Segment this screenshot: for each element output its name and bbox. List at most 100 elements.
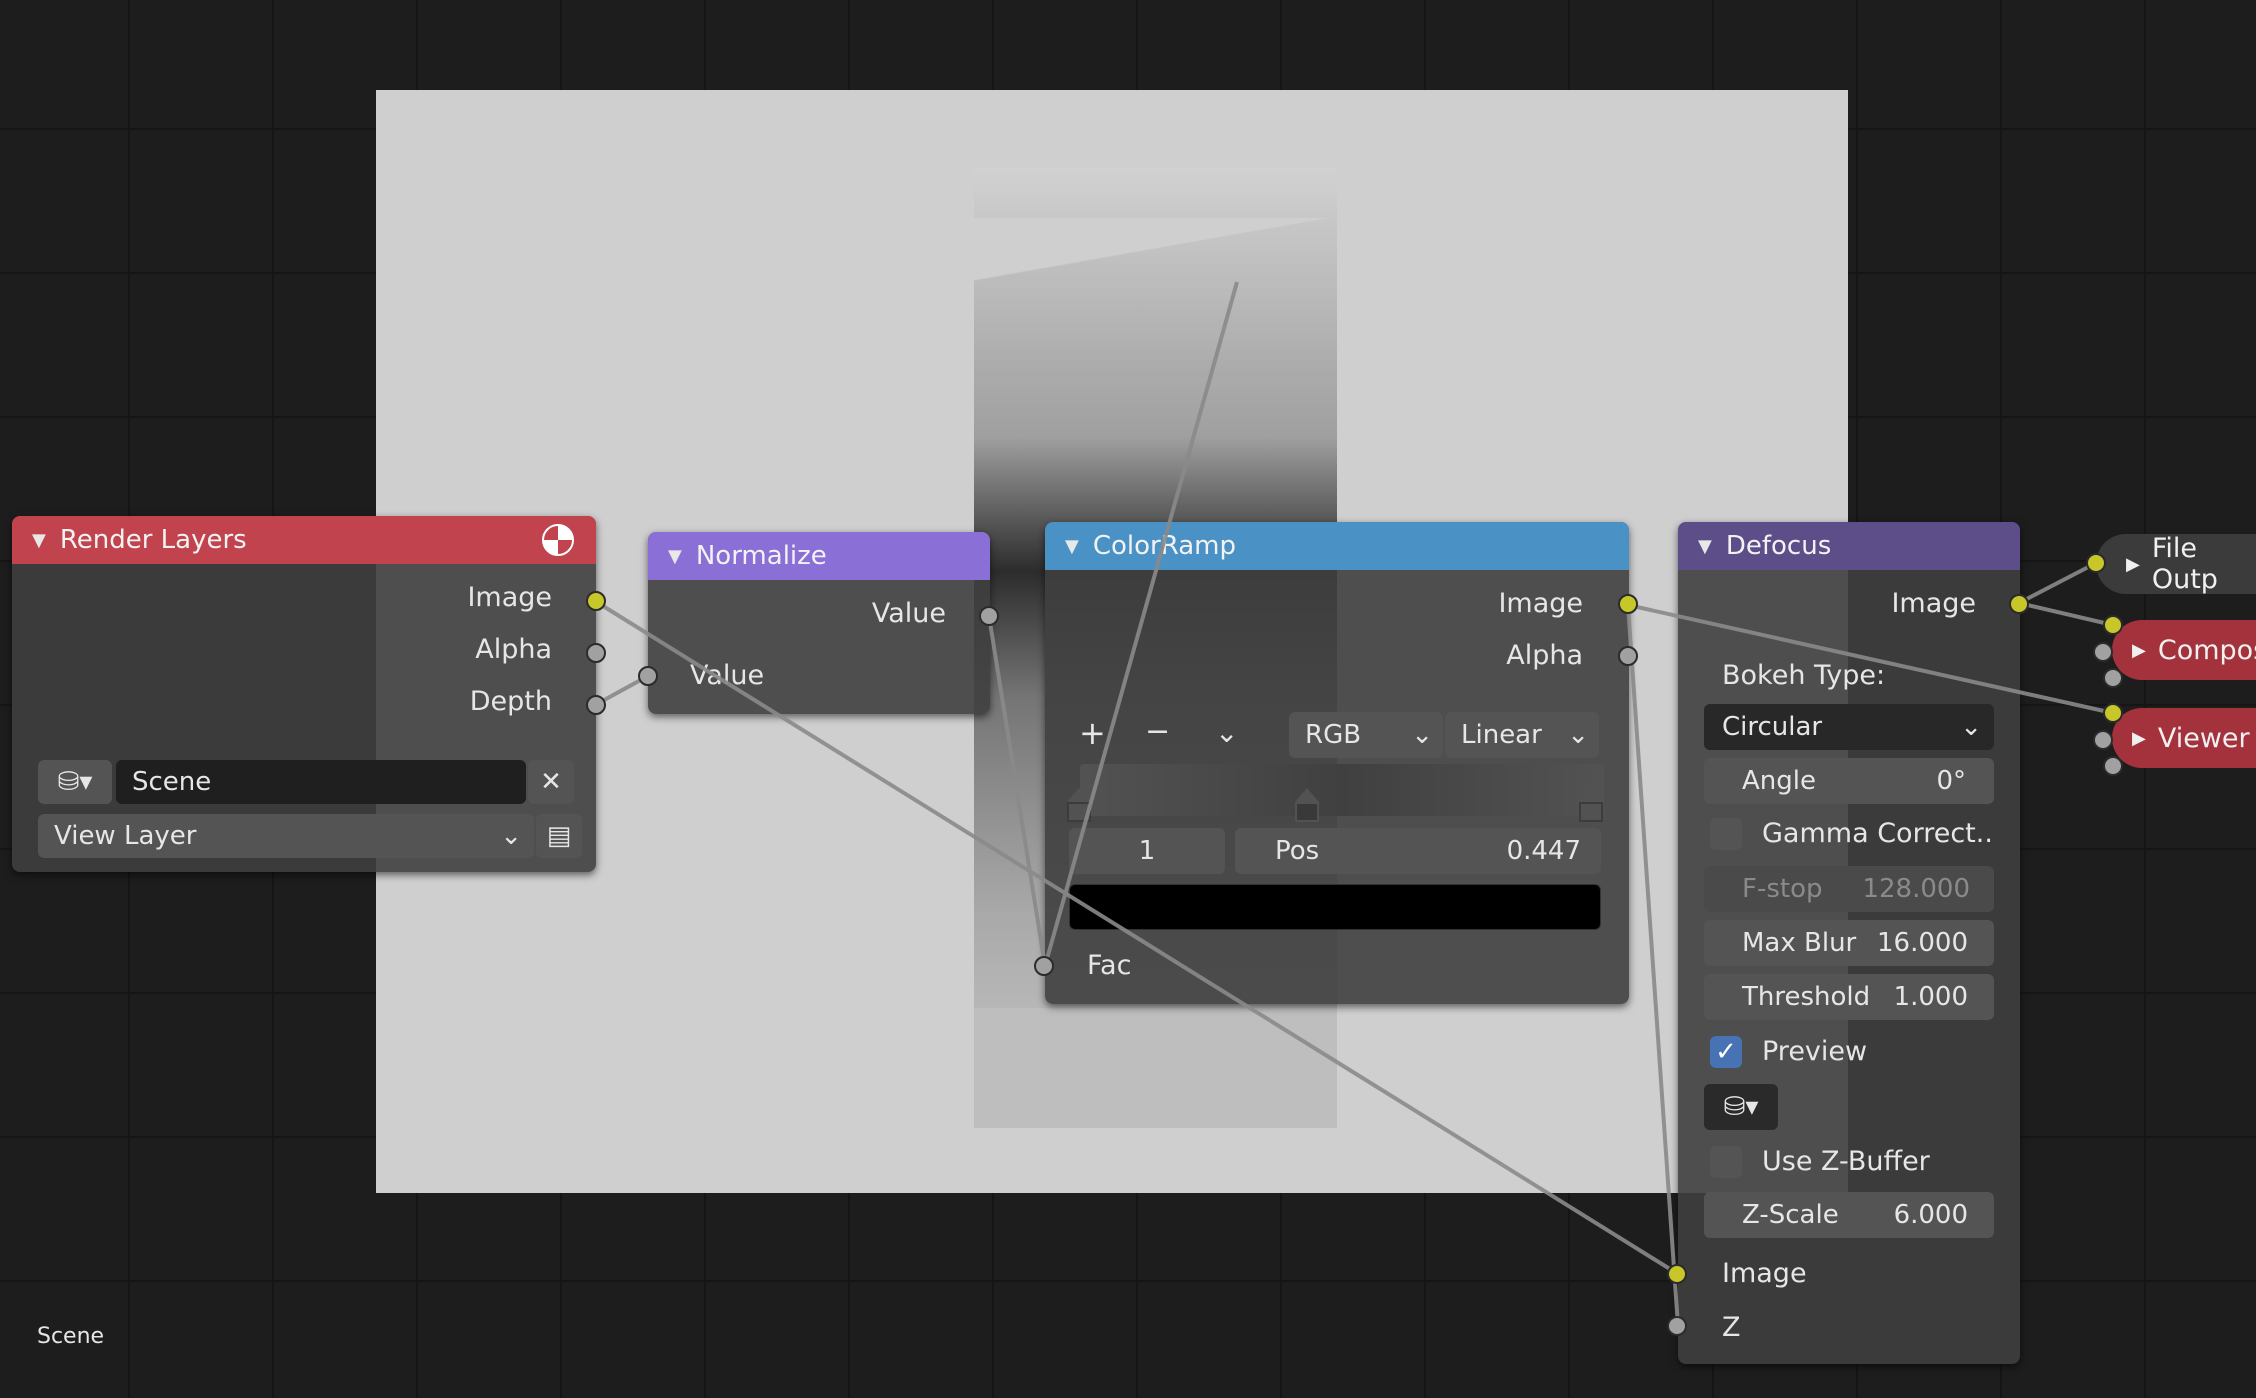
stop-color-swatch[interactable] (1069, 884, 1601, 930)
composite-z-socket[interactable] (2103, 668, 2123, 688)
preview-label: Preview (1762, 1036, 1868, 1067)
angle-field[interactable]: Angle 0° (1704, 758, 1994, 804)
threshold-value: 1.000 (1893, 982, 1968, 1012)
max-blur-value: 16.000 (1877, 928, 1968, 958)
checkmark-icon: ✓ (1715, 1037, 1737, 1067)
render-layers-depth-socket[interactable] (586, 695, 606, 715)
use-zbuffer-checkbox[interactable] (1710, 1146, 1742, 1178)
render-layers-alpha-socket[interactable] (586, 643, 606, 663)
bokeh-type-value: Circular (1722, 712, 1823, 742)
z-scale-value: 6.000 (1893, 1200, 1968, 1230)
bokeh-type-dropdown[interactable]: Circular ⌄ (1704, 704, 1994, 750)
angle-value: 0° (1936, 766, 1966, 796)
render-layers-header[interactable]: ▼ Render Layers (12, 516, 596, 564)
ramp-menu-chevron-icon[interactable]: ⌄ (1215, 716, 1238, 749)
max-blur-field[interactable]: Max Blur 16.000 (1704, 920, 1994, 966)
collapse-arrow-icon[interactable]: ▼ (32, 530, 46, 551)
preview-checkbox[interactable]: ✓ (1710, 1036, 1742, 1068)
colorramp-fac-socket[interactable] (1034, 956, 1054, 976)
normalize-output-socket[interactable] (979, 606, 999, 626)
viewer-z-socket[interactable] (2103, 756, 2123, 776)
remove-stop-button[interactable]: − (1145, 714, 1170, 749)
composite-title: Compos (2157, 634, 2256, 666)
normalize-input-socket[interactable] (638, 666, 658, 686)
angle-label: Angle (1742, 766, 1816, 796)
collapse-arrow-icon[interactable]: ▼ (1698, 536, 1712, 557)
stop-position-label: Pos (1275, 836, 1320, 866)
bokeh-type-label: Bokeh Type: (1722, 660, 1886, 691)
z-scale-field[interactable]: Z-Scale 6.000 (1704, 1192, 1994, 1238)
fstop-value: 128.000 (1862, 874, 1970, 904)
defocus-input-image: Image (1722, 1258, 1807, 1289)
scene-field-value: Scene (132, 767, 212, 797)
defocus-output-socket[interactable] (2009, 594, 2029, 614)
fstop-label: F-stop (1742, 874, 1823, 904)
colorramp-input-fac: Fac (1087, 950, 1132, 981)
colorramp-alpha-socket[interactable] (1618, 646, 1638, 666)
use-zbuffer-label: Use Z-Buffer (1762, 1146, 1930, 1177)
colorramp-header[interactable]: ▼ ColorRamp (1045, 522, 1629, 570)
scene-icon: ⛁▾ (1723, 1092, 1759, 1122)
scene-icon: ⛁▾ (57, 767, 93, 797)
z-scale-label: Z-Scale (1742, 1200, 1839, 1230)
render-icon[interactable] (542, 524, 574, 556)
normalize-header[interactable]: ▼ Normalize (648, 532, 990, 580)
viewer-alpha-socket[interactable] (2093, 730, 2113, 750)
file-output-node[interactable]: ▶ File Outp (2096, 533, 2256, 595)
gamma-correct-checkbox[interactable] (1710, 818, 1742, 850)
normalize-node[interactable]: ▼ Normalize Value Value (648, 532, 990, 714)
output-label-alpha: Alpha (475, 634, 552, 665)
defocus-title: Defocus (1725, 531, 1832, 561)
link-defocus-to-file (2018, 561, 2097, 605)
fstop-field[interactable]: F-stop 128.000 (1704, 866, 1994, 912)
scene-status-label: Scene (37, 1324, 105, 1349)
add-stop-button[interactable]: + (1079, 714, 1106, 752)
file-output-input-socket[interactable] (2086, 553, 2106, 573)
interpolation-dropdown[interactable]: Linear ⌄ (1445, 712, 1599, 758)
gamma-correct-label: Gamma Correct.. (1762, 818, 1993, 849)
composite-alpha-socket[interactable] (2093, 642, 2113, 662)
scene-clear-button[interactable]: ✕ (528, 760, 574, 804)
view-layer-dropdown[interactable]: View Layer ⌄ (38, 814, 534, 858)
normalize-output-label: Value (871, 598, 946, 629)
color-mode-dropdown[interactable]: RGB ⌄ (1289, 712, 1443, 758)
chevron-down-icon: ⌄ (1411, 720, 1433, 750)
active-stop-index-field[interactable]: 1 (1069, 828, 1225, 874)
composite-node[interactable]: ▶ Compos (2112, 620, 2256, 680)
render-still-icon: ▤ (546, 821, 572, 851)
expand-arrow-icon[interactable]: ▶ (2132, 640, 2146, 661)
view-layer-value: View Layer (54, 821, 197, 851)
scene-selector-dropdown[interactable]: ⛁▾ (1704, 1084, 1778, 1130)
collapse-arrow-icon[interactable]: ▼ (668, 546, 682, 567)
colorramp-image-socket[interactable] (1618, 594, 1638, 614)
link-defocus-to-composite (2018, 601, 2114, 627)
defocus-z-input-socket[interactable] (1667, 1316, 1687, 1336)
output-label-image: Image (467, 582, 552, 613)
defocus-image-input-socket[interactable] (1667, 1264, 1687, 1284)
collapse-arrow-icon[interactable]: ▼ (1065, 536, 1079, 557)
colorramp-node[interactable]: ▼ ColorRamp Image Alpha + − ⌄ RGB ⌄ Line… (1045, 522, 1629, 1004)
composite-image-socket[interactable] (2103, 615, 2123, 635)
defocus-node[interactable]: ▼ Defocus Image Bokeh Type: Circular ⌄ A… (1678, 522, 2020, 1364)
defocus-input-z: Z (1722, 1312, 1741, 1343)
scene-type-dropdown[interactable]: ⛁▾ (38, 760, 112, 804)
expand-arrow-icon[interactable]: ▶ (2132, 728, 2146, 749)
chevron-down-icon: ⌄ (1567, 720, 1589, 750)
render-layers-title: Render Layers (59, 525, 247, 555)
defocus-header[interactable]: ▼ Defocus (1678, 522, 2020, 570)
viewer-node[interactable]: ▶ Viewer (2112, 708, 2256, 768)
expand-arrow-icon[interactable]: ▶ (2126, 554, 2140, 575)
scene-field[interactable]: Scene (116, 760, 526, 804)
viewer-image-socket[interactable] (2103, 703, 2123, 723)
stop-position-value: 0.447 (1506, 836, 1581, 866)
render-layers-image-socket[interactable] (586, 591, 606, 611)
render-layers-node[interactable]: ▼ Render Layers Image Alpha Depth ⛁▾ Sce… (12, 516, 596, 872)
defocus-output-image: Image (1891, 588, 1976, 619)
colorramp-output-alpha: Alpha (1506, 640, 1583, 671)
threshold-field[interactable]: Threshold 1.000 (1704, 974, 1994, 1020)
output-label-depth: Depth (469, 686, 552, 717)
threshold-label: Threshold (1742, 982, 1871, 1012)
stop-position-field[interactable]: Pos 0.447 (1235, 828, 1601, 874)
viewer-title: Viewer (2157, 722, 2250, 754)
render-layer-button[interactable]: ▤ (536, 814, 582, 858)
